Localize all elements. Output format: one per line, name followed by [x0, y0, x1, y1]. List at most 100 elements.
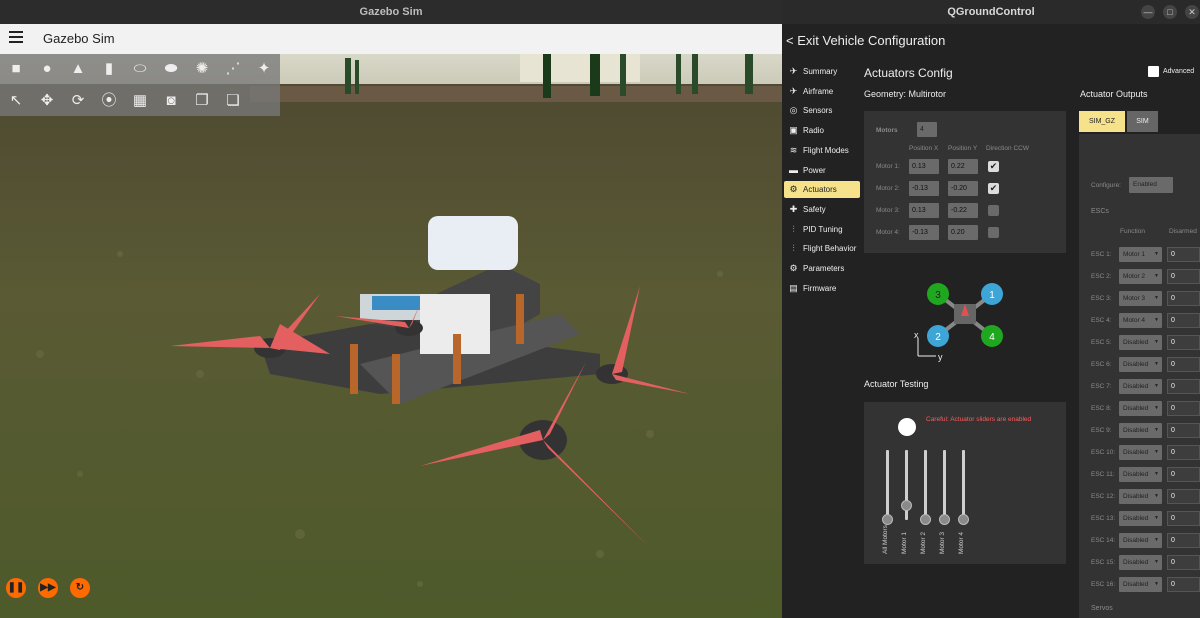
- sidebar-item-actuators[interactable]: ⚙ Actuators: [784, 181, 860, 199]
- snap-icon[interactable]: ⦿: [100, 92, 118, 110]
- esc-function-select[interactable]: Disabled ▼: [1119, 467, 1162, 482]
- copy-icon[interactable]: ❐: [193, 92, 211, 110]
- 3d-viewport[interactable]: [0, 54, 782, 618]
- sidebar-item-parameters[interactable]: ⚙ Parameters: [784, 260, 860, 277]
- close-icon[interactable]: ✕: [1185, 5, 1199, 19]
- esc-function-select[interactable]: Motor 3 ▼: [1119, 291, 1162, 306]
- esc-function-select[interactable]: Disabled ▼: [1119, 445, 1162, 460]
- chevron-down-icon: ▼: [1154, 515, 1159, 521]
- translate-icon[interactable]: ✥: [38, 92, 56, 110]
- cylinder-icon[interactable]: ▮: [100, 60, 118, 78]
- ellipsoid-icon[interactable]: ⬬: [162, 60, 180, 78]
- esc-function-select[interactable]: Disabled ▼: [1119, 379, 1162, 394]
- step-icon[interactable]: ▶▶: [38, 578, 58, 598]
- minimize-icon[interactable]: —: [1141, 5, 1155, 19]
- esc-function-select[interactable]: Disabled ▼: [1119, 357, 1162, 372]
- esc-disarmed-field[interactable]: 0: [1167, 313, 1200, 328]
- sidebar-item-flight-modes[interactable]: ≋ Flight Modes: [784, 142, 860, 159]
- tab-sim-gz[interactable]: SIM_GZ: [1079, 111, 1125, 132]
- esc-disarmed-field[interactable]: 0: [1167, 247, 1200, 262]
- box-icon[interactable]: ■: [7, 60, 25, 78]
- esc-disarmed-field[interactable]: 0: [1167, 555, 1200, 570]
- esc-function-select[interactable]: Disabled ▼: [1119, 489, 1162, 504]
- motor-position-y-field[interactable]: 0.20: [948, 225, 978, 240]
- slider-track[interactable]: [962, 450, 965, 520]
- sidebar-item-airframe[interactable]: ✈ Airframe: [784, 83, 860, 100]
- paste-icon[interactable]: ❏: [224, 92, 242, 110]
- direction-ccw-checkbox[interactable]: [988, 205, 999, 216]
- direction-ccw-checkbox[interactable]: ✔: [988, 183, 999, 194]
- sidebar-item-flight-behavior[interactable]: ⫶ Flight Behavior: [784, 240, 860, 257]
- sidebar-item-power[interactable]: ▬ Power: [784, 162, 860, 179]
- direction-ccw-checkbox[interactable]: [988, 227, 999, 238]
- sphere-icon[interactable]: ●: [38, 60, 56, 78]
- spot-light-icon[interactable]: ✦: [255, 60, 273, 78]
- esc-disarmed-field[interactable]: 0: [1167, 291, 1200, 306]
- hamburger-menu-icon[interactable]: [9, 31, 23, 45]
- slider-track[interactable]: [924, 450, 927, 520]
- sun-icon[interactable]: ✺: [193, 60, 211, 78]
- esc-function-select[interactable]: Disabled ▼: [1119, 401, 1162, 416]
- esc-disarmed-field[interactable]: 0: [1167, 423, 1200, 438]
- sidebar-item-firmware[interactable]: ▤ Firmware: [784, 280, 860, 297]
- slider-track[interactable]: [943, 450, 946, 520]
- esc-function-select[interactable]: Disabled ▼: [1119, 335, 1162, 350]
- esc-disarmed-field[interactable]: 0: [1167, 379, 1200, 394]
- esc-disarmed-field[interactable]: 0: [1167, 577, 1200, 592]
- slider-knob[interactable]: [920, 514, 931, 525]
- esc-function-select[interactable]: Motor 2 ▼: [1119, 269, 1162, 284]
- esc-function-select[interactable]: Motor 4 ▼: [1119, 313, 1162, 328]
- configure-select[interactable]: Enabled: [1129, 177, 1173, 193]
- direction-ccw-checkbox[interactable]: ✔: [988, 161, 999, 172]
- esc-function-select[interactable]: Disabled ▼: [1119, 423, 1162, 438]
- motor-position-y-field[interactable]: -0.22: [948, 203, 978, 218]
- esc-disarmed-field[interactable]: 0: [1167, 489, 1200, 504]
- slider-knob[interactable]: [901, 500, 912, 511]
- enable-sliders-toggle[interactable]: [898, 418, 916, 436]
- slider-track[interactable]: [886, 450, 889, 520]
- slider-knob[interactable]: [958, 514, 969, 525]
- rotate-icon[interactable]: ⟳: [69, 92, 87, 110]
- motor-position-y-field[interactable]: 0.22: [948, 159, 978, 174]
- esc-disarmed-field[interactable]: 0: [1167, 445, 1200, 460]
- esc-function-select[interactable]: Disabled ▼: [1119, 555, 1162, 570]
- esc-disarmed-field[interactable]: 0: [1167, 533, 1200, 548]
- slider-knob[interactable]: [939, 514, 950, 525]
- tab-sim[interactable]: SIM: [1127, 111, 1158, 132]
- select-icon[interactable]: ↖: [7, 92, 25, 110]
- esc-function-select[interactable]: Motor 1 ▼: [1119, 247, 1162, 262]
- esc-disarmed-field[interactable]: 0: [1167, 401, 1200, 416]
- sidebar-item-sensors[interactable]: ◎ Sensors: [784, 102, 860, 119]
- motor-position-x-field[interactable]: 0.13: [909, 159, 939, 174]
- esc-disarmed-field[interactable]: 0: [1167, 467, 1200, 482]
- maximize-icon[interactable]: □: [1163, 5, 1177, 19]
- esc-disarmed-field[interactable]: 0: [1167, 269, 1200, 284]
- screenshot-icon[interactable]: ◙: [162, 92, 180, 110]
- pause-icon[interactable]: ❚❚: [6, 578, 26, 598]
- esc-function-select[interactable]: Disabled ▼: [1119, 533, 1162, 548]
- esc-disarmed-field[interactable]: 0: [1167, 335, 1200, 350]
- motor-position-x-field[interactable]: 0.13: [909, 203, 939, 218]
- cone-icon[interactable]: ▲: [69, 60, 87, 78]
- esc-label: ESC 13:: [1091, 515, 1116, 522]
- advanced-checkbox[interactable]: [1148, 66, 1159, 77]
- motor-position-y-field[interactable]: -0.20: [948, 181, 978, 196]
- capsule-icon[interactable]: ⬭: [131, 60, 149, 78]
- exit-vehicle-config-button[interactable]: < Exit Vehicle Configuration: [786, 33, 945, 48]
- grid-icon[interactable]: ▦: [131, 92, 149, 110]
- esc-label: ESC 3:: [1091, 295, 1112, 302]
- sidebar-item-radio[interactable]: ▣ Radio: [784, 122, 860, 139]
- esc-function-select[interactable]: Disabled ▼: [1119, 577, 1162, 592]
- directional-light-icon[interactable]: ⋰: [224, 60, 242, 78]
- motor-position-x-field[interactable]: -0.13: [909, 225, 939, 240]
- sidebar-item-pid-tuning[interactable]: ⫶ PID Tuning: [784, 221, 860, 238]
- sidebar-item-summary[interactable]: ✈ Summary: [784, 63, 860, 80]
- reset-icon[interactable]: ↻: [70, 578, 90, 598]
- esc-disarmed-field[interactable]: 0: [1167, 357, 1200, 372]
- motor-count-select[interactable]: 4: [917, 122, 937, 137]
- motor-position-x-field[interactable]: -0.13: [909, 181, 939, 196]
- esc-function-select[interactable]: Disabled ▼: [1119, 511, 1162, 526]
- slider-knob[interactable]: [882, 514, 893, 525]
- sidebar-item-safety[interactable]: ✚ Safety: [784, 201, 860, 218]
- esc-disarmed-field[interactable]: 0: [1167, 511, 1200, 526]
